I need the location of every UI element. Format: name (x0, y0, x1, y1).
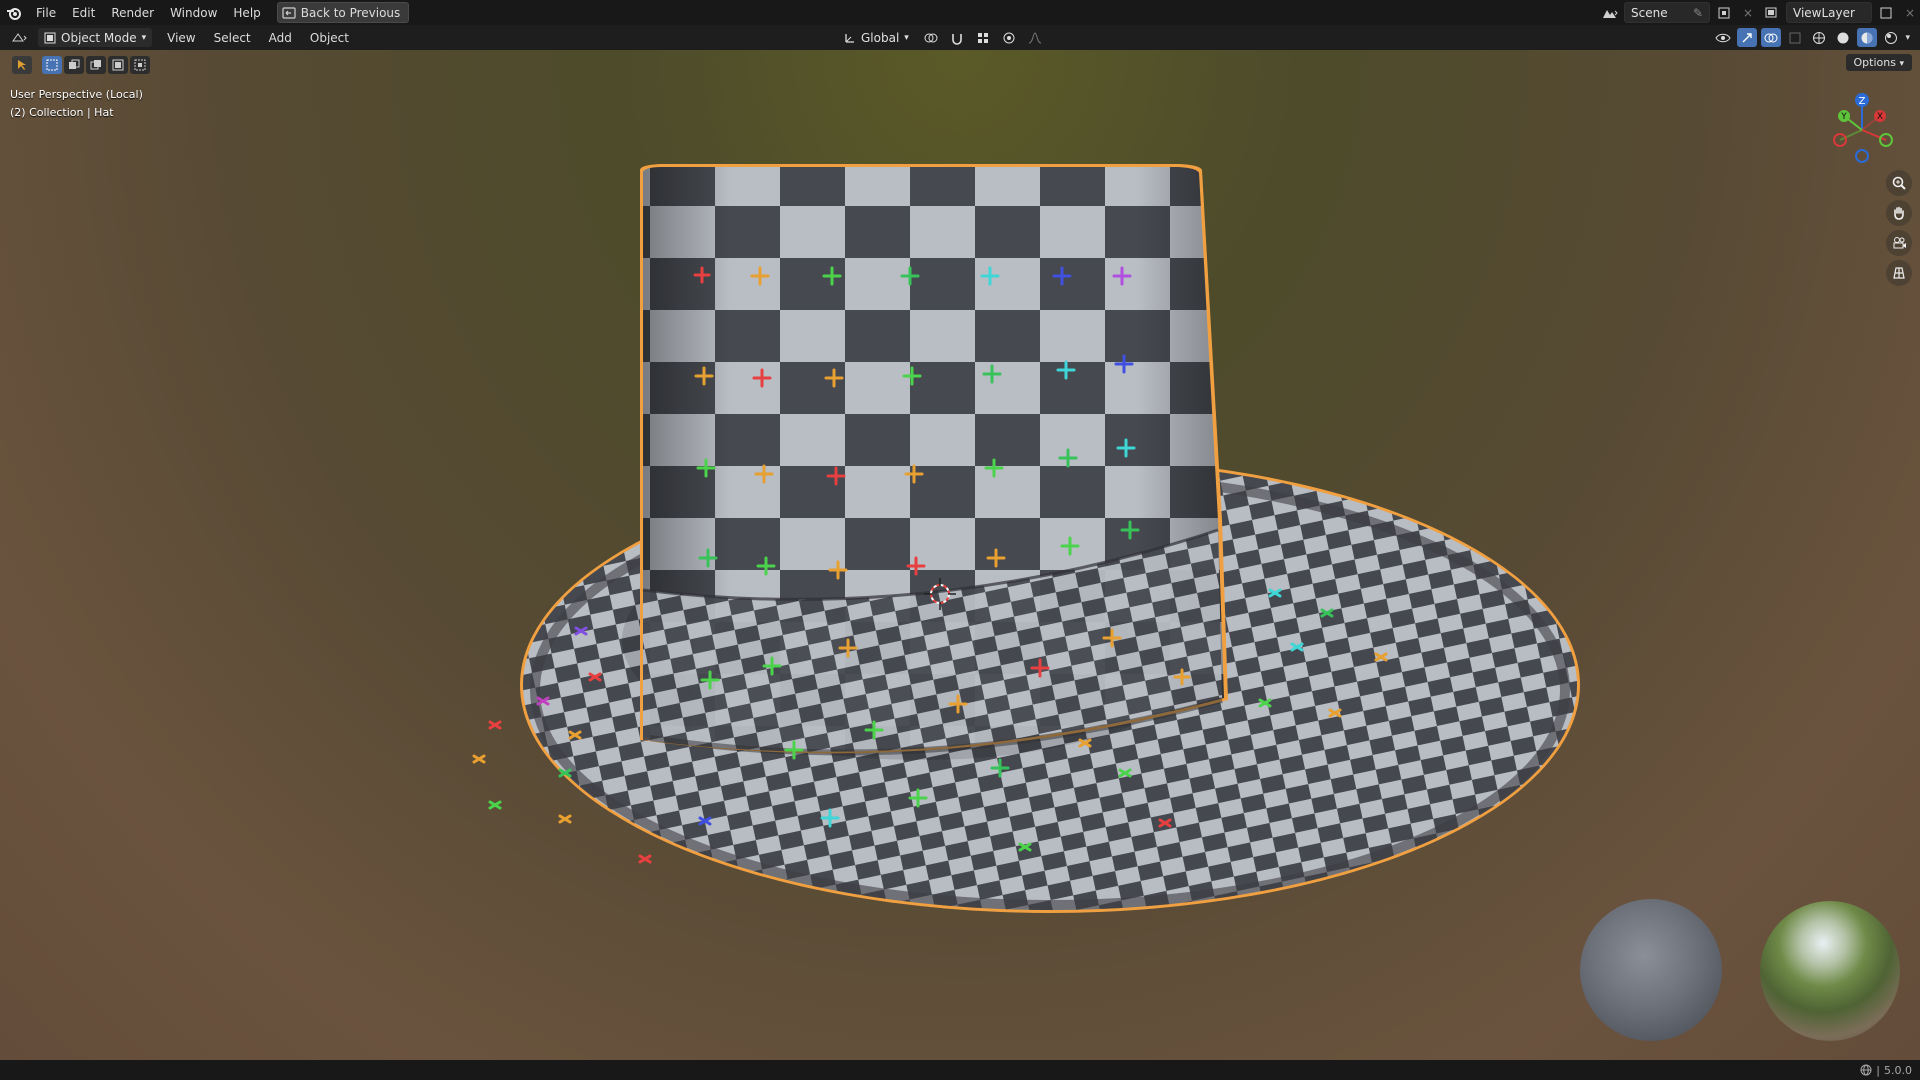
back-to-previous-button[interactable]: Back to Previous (276, 2, 410, 23)
zoom-icon[interactable] (1886, 170, 1912, 196)
menu-window[interactable]: Window (162, 6, 225, 20)
menu-render[interactable]: Render (103, 6, 162, 20)
object-mode-icon (44, 32, 56, 43)
options-label: Options (1853, 56, 1896, 69)
collection-label: (2) Collection | Hat (10, 106, 114, 119)
chevron-down-icon[interactable]: ▾ (1905, 33, 1910, 43)
wireframe-shading-icon[interactable] (1809, 28, 1829, 47)
select-new-icon (46, 59, 58, 71)
main-menu: File Edit Render Window Help (28, 0, 269, 25)
gizmo-x-label: X (1877, 112, 1883, 122)
new-scene-icon[interactable] (1714, 3, 1734, 22)
camera-icon[interactable] (1886, 230, 1912, 256)
transform-controls: Global ▾ (838, 28, 1045, 47)
top-bar: File Edit Render Window Help Back to Pre… (0, 0, 1920, 25)
chevron-down-icon: ▾ (904, 32, 909, 43)
visibility-icon[interactable] (1713, 28, 1733, 47)
version-separator: | (1876, 1063, 1880, 1077)
view-layer-field[interactable]: ViewLayer (1786, 2, 1872, 23)
back-to-previous-label: Back to Previous (300, 5, 401, 20)
viewport-shading-controls: ▾ (1713, 28, 1910, 47)
subtract-selection-button[interactable] (86, 56, 106, 74)
falloff-curve-icon[interactable] (1025, 28, 1045, 47)
new-view-layer-icon[interactable] (1876, 3, 1896, 22)
gizmo-y-label: Y (1840, 112, 1847, 122)
options-dropdown[interactable]: Options ▾ (1845, 54, 1912, 71)
cursor-arrow-icon (18, 60, 26, 70)
transform-orientation-label: Global (861, 30, 900, 45)
selection-mode-toolbar (12, 56, 150, 74)
gizmo-toggle-icon[interactable] (1737, 28, 1758, 47)
chevron-down-icon: ▾ (1899, 59, 1904, 69)
material-preview-shading-icon[interactable] (1857, 28, 1878, 47)
transform-orientation-selector[interactable]: Global ▾ (838, 28, 915, 47)
new-selection-button[interactable] (42, 56, 62, 74)
proportional-editing-icon[interactable] (999, 28, 1019, 47)
view-layer-name: ViewLayer (1793, 5, 1855, 20)
xray-toggle-icon[interactable] (1785, 28, 1805, 47)
version-label: 5.0.0 (1884, 1063, 1912, 1077)
menu-file[interactable]: File (28, 6, 64, 20)
orientation-axes-icon (845, 33, 854, 43)
blender-logo-icon[interactable] (6, 5, 22, 21)
viewport-info-overlay: User Perspective (Local) (2) Collection … (10, 86, 143, 122)
intersect-selection-button[interactable] (130, 56, 150, 74)
menu-add[interactable]: Add (260, 31, 301, 45)
viewport-header: Object Mode ▾ View Select Add Object Glo… (0, 25, 1920, 50)
rendered-shading-icon[interactable] (1881, 28, 1901, 47)
hand-icon[interactable] (1886, 200, 1912, 226)
select-intersect-icon (134, 59, 146, 71)
menu-edit[interactable]: Edit (64, 6, 103, 20)
chevron-down-icon: ▾ (141, 32, 147, 43)
menu-view[interactable]: View (158, 31, 204, 45)
invert-selection-button[interactable] (108, 56, 128, 74)
navigation-gizmo[interactable]: Z Y X (1822, 88, 1902, 168)
gizmo-z-label: Z (1859, 96, 1866, 107)
top-right-controls: Scene ✎ × ViewLayer × (1600, 0, 1920, 25)
back-screen-icon (282, 6, 296, 19)
delete-view-layer-icon[interactable]: × (1900, 3, 1920, 22)
select-tool-button[interactable] (12, 56, 32, 74)
network-globe-icon[interactable] (1860, 1064, 1872, 1076)
snap-target-icon[interactable] (973, 28, 993, 47)
editor-type-icon[interactable] (10, 28, 30, 47)
perspective-label: User Perspective (Local) (10, 88, 143, 101)
select-invert-icon (112, 59, 124, 71)
menu-select[interactable]: Select (205, 31, 260, 45)
3d-viewport[interactable]: User Perspective (Local) (2) Collection … (0, 50, 1920, 1060)
pivot-point-icon[interactable] (921, 28, 941, 47)
scene-selector-icon[interactable] (1600, 3, 1620, 22)
hdri-preview-sphere[interactable] (1760, 901, 1900, 1041)
solid-shading-icon[interactable] (1833, 28, 1853, 47)
material-preview-sphere (1580, 899, 1722, 1041)
menu-help[interactable]: Help (225, 6, 268, 20)
pin-icon[interactable]: ✎ (1693, 6, 1703, 20)
select-subtract-icon (90, 60, 101, 70)
viewport-navigation-controls (1886, 170, 1912, 286)
mode-label: Object Mode (61, 30, 137, 45)
ortho-grid-icon[interactable] (1886, 260, 1912, 286)
snap-icon[interactable] (947, 28, 967, 47)
delete-scene-icon[interactable]: × (1738, 3, 1758, 22)
view-layer-selector-icon[interactable] (1762, 3, 1782, 22)
menu-object[interactable]: Object (301, 31, 358, 45)
gizmo-neg-z[interactable] (1855, 149, 1869, 163)
status-bar: | 5.0.0 (0, 1060, 1920, 1080)
extend-selection-button[interactable] (64, 56, 84, 74)
select-extend-icon (69, 59, 80, 69)
scene-name: Scene (1631, 5, 1668, 20)
mode-selector[interactable]: Object Mode ▾ (38, 28, 153, 47)
scene-name-field[interactable]: Scene ✎ (1624, 2, 1710, 23)
overlays-toggle-icon[interactable] (1761, 28, 1782, 47)
